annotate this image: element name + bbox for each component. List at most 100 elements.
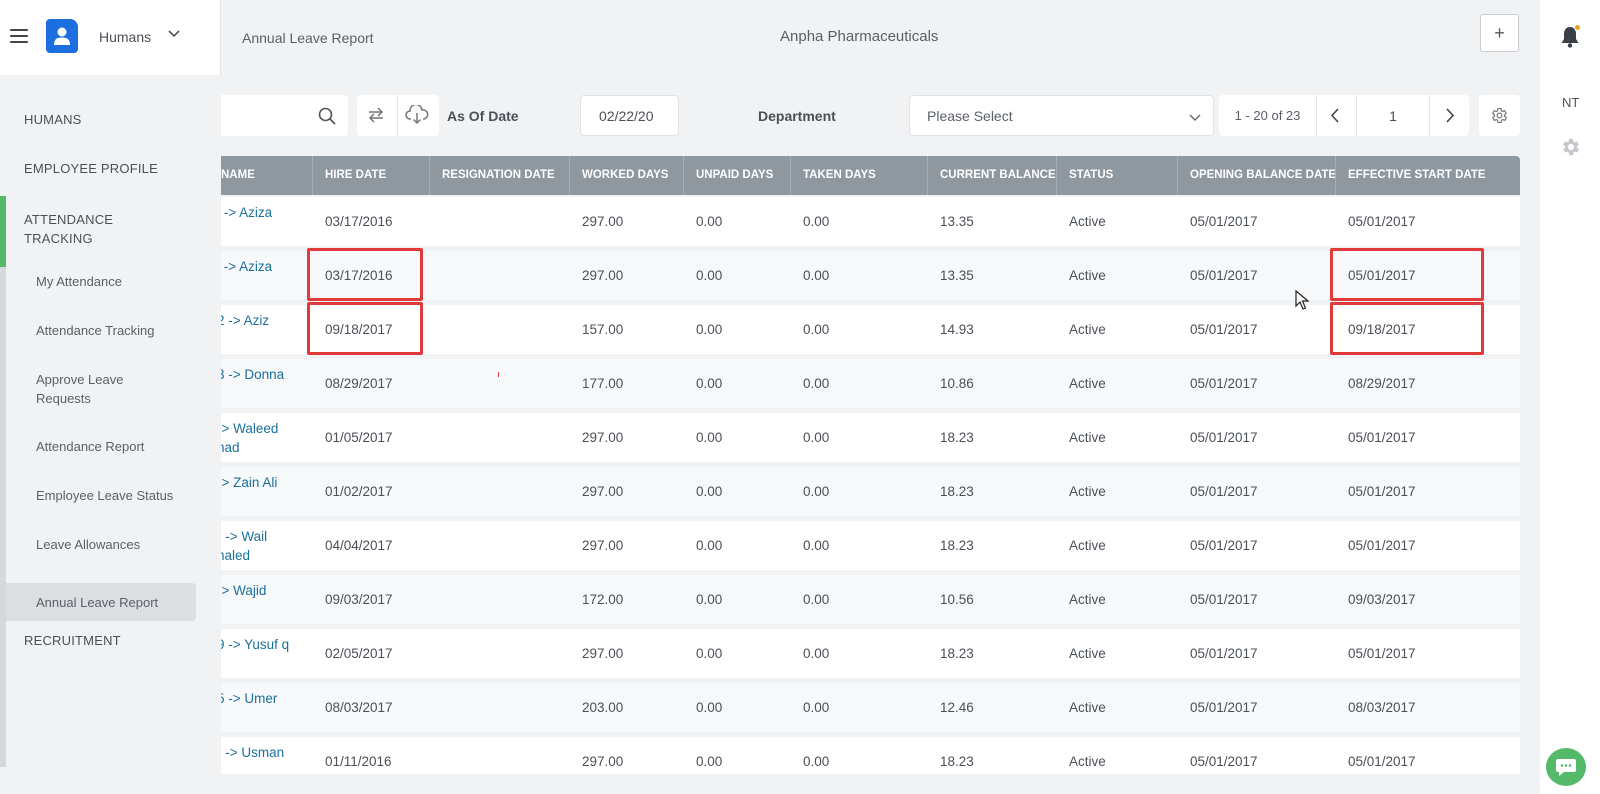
cell-resignation-date	[430, 413, 570, 462]
table-row[interactable]: 5 -> Umer 08/03/2017 203.00 0.00 0.00 12.46 Ac…	[221, 683, 1520, 732]
table-row[interactable]: l -> Aziza 03/17/2016 297.00 0.00 0.00 13.35 A…	[221, 197, 1520, 246]
cell-name[interactable]: l -> Aziza	[221, 251, 301, 300]
cell-status: Active	[1069, 214, 1106, 229]
search-input[interactable]	[221, 95, 311, 136]
red-mark	[498, 372, 499, 377]
cell-hire-date: 02/05/2017	[325, 646, 393, 661]
cell-name[interactable]: 9 -> Yusuf q	[221, 629, 301, 678]
sidebar-section-recruitment[interactable]: RECRUITMENT	[24, 633, 121, 648]
column-header-opening-balance-date[interactable]: OPENING BALANCE DATE	[1178, 156, 1336, 195]
table-row[interactable]: l -> Aziza 03/17/2016 297.00 0.00 0.00 13.35 A…	[221, 251, 1520, 300]
cell-resignation-date	[430, 251, 570, 300]
cell-status: Active	[1069, 484, 1106, 499]
sidebar-item-approve-leave-requests[interactable]: Approve Leave Requests	[36, 370, 146, 408]
as-of-date-label: As Of Date	[447, 108, 519, 124]
sidebar-item-attendance-report[interactable]: Attendance Report	[36, 437, 144, 456]
chevron-down-icon[interactable]	[168, 27, 180, 41]
cell-worked-days: 157.00	[582, 322, 624, 337]
next-page-button[interactable]	[1429, 95, 1469, 136]
cell-status: Active	[1069, 538, 1106, 553]
column-header-worked-days[interactable]: WORKED DAYS	[570, 156, 684, 195]
menu-icon[interactable]	[10, 29, 28, 43]
chevron-left-icon	[1330, 108, 1339, 123]
cell-effective-start-date: 05/01/2017	[1348, 754, 1416, 769]
column-header-name[interactable]: NAME	[221, 156, 313, 195]
gear-icon[interactable]	[1560, 136, 1582, 163]
sidebar-item-employee-leave-status[interactable]: Employee Leave Status	[36, 486, 173, 505]
cell-status: Active	[1069, 646, 1106, 661]
cell-opening-balance-date: 05/01/2017	[1190, 214, 1258, 229]
cell-opening-balance-date: 05/01/2017	[1190, 268, 1258, 283]
cell-hire-date: 08/29/2017	[325, 376, 393, 391]
sidebar-section-humans[interactable]: HUMANS	[24, 112, 82, 127]
cell-effective-start-date: 05/01/2017	[1348, 268, 1416, 283]
cell-effective-start-date: 05/01/2017	[1348, 646, 1416, 661]
column-header-effective-start-date[interactable]: EFFECTIVE START DATE	[1336, 156, 1520, 195]
table-row[interactable]: 3 -> Donna 08/29/2017 177.00 0.00 0.00 10.86 A…	[221, 359, 1520, 408]
cell-name[interactable]: -> Waleed had	[221, 413, 301, 462]
sidebar-item-attendance-tracking[interactable]: Attendance Tracking	[36, 321, 155, 340]
department-select[interactable]: Please Select	[909, 95, 1214, 136]
column-header-current-balance[interactable]: CURRENT BALANCE	[928, 156, 1057, 195]
app-logo[interactable]	[46, 19, 78, 53]
cell-name[interactable]: 3 -> Donna	[221, 359, 301, 408]
cell-current-balance: 18.23	[940, 754, 974, 769]
cell-name[interactable]: 2 -> Aziz	[221, 305, 301, 354]
column-header-taken-days[interactable]: TAKEN DAYS	[791, 156, 928, 195]
table-row[interactable]: 2 -> Aziz 09/18/2017 157.00 0.00 0.00 14.93 Ac…	[221, 305, 1520, 354]
table-row[interactable]: -> Zain Ali 01/02/2017 297.00 0.00 0.00 18.23…	[221, 467, 1520, 516]
cell-current-balance: 13.35	[940, 268, 974, 283]
cell-unpaid-days: 0.00	[696, 376, 723, 391]
column-header-unpaid-days[interactable]: UNPAID DAYS	[684, 156, 791, 195]
sidebar-section-employee-profile[interactable]: EMPLOYEE PROFILE	[24, 161, 158, 176]
as-of-date-input[interactable]	[580, 95, 679, 136]
cell-taken-days: 0.00	[803, 646, 830, 661]
cell-status: Active	[1069, 754, 1106, 769]
module-switcher-label[interactable]: Humans	[99, 29, 151, 45]
sidebar: HUMANS EMPLOYEE PROFILE ATTENDANCE TRACK…	[0, 75, 221, 794]
sidebar-item-my-attendance[interactable]: My Attendance	[36, 272, 122, 291]
page-number-input[interactable]	[1357, 95, 1429, 136]
submenu-track	[0, 267, 6, 767]
swap-icon[interactable]	[366, 106, 386, 129]
cloud-download-icon[interactable]	[405, 103, 429, 130]
cell-current-balance: 13.35	[940, 214, 974, 229]
cell-worked-days: 297.00	[582, 268, 624, 283]
sidebar-item-leave-allowances[interactable]: Leave Allowances	[36, 535, 140, 554]
table-row[interactable]: -> Waleed had 01/05/2017 297.00 0.00 0.00 18.…	[221, 413, 1520, 462]
chevron-right-icon	[1446, 108, 1455, 123]
cell-effective-start-date: 09/18/2017	[1348, 322, 1416, 337]
cell-unpaid-days: 0.00	[696, 430, 723, 445]
column-header-status[interactable]: STATUS	[1057, 156, 1178, 195]
table-header: NAME HIRE DATE RESIGNATION DATE WORKED DAYS…	[221, 156, 1520, 195]
table-row[interactable]: ) -> Wail haled 04/04/2017 297.00 0.00 0.00 1…	[221, 521, 1520, 570]
table-settings-button[interactable]	[1479, 95, 1520, 136]
cell-taken-days: 0.00	[803, 484, 830, 499]
department-select-value: Please Select	[927, 108, 1013, 124]
table-row[interactable]: -> Wajid 09/03/2017 172.00 0.00 0.00 10.56 Act…	[221, 575, 1520, 624]
cell-name[interactable]: ) -> Usman	[221, 737, 301, 774]
sidebar-section-attendance-tracking[interactable]: ATTENDANCE TRACKING	[24, 210, 134, 248]
brand-area: Humans	[0, 0, 221, 75]
column-header-hire-date[interactable]: HIRE DATE	[313, 156, 430, 195]
cell-name[interactable]: l -> Aziza	[221, 197, 301, 246]
table-row[interactable]: ) -> Usman 01/11/2016 297.00 0.00 0.00 18.23 A…	[221, 737, 1520, 774]
column-header-resignation-date[interactable]: RESIGNATION DATE	[430, 156, 570, 195]
add-button[interactable]: +	[1480, 14, 1519, 52]
user-avatar[interactable]: NT	[1562, 95, 1579, 110]
search-icon[interactable]	[318, 107, 336, 130]
cell-name[interactable]: ) -> Wail haled	[221, 521, 301, 570]
chat-button[interactable]	[1546, 748, 1586, 786]
cell-name[interactable]: -> Zain Ali	[221, 467, 301, 516]
cell-unpaid-days: 0.00	[696, 214, 723, 229]
cell-current-balance: 14.93	[940, 322, 974, 337]
cell-current-balance: 18.23	[940, 538, 974, 553]
table-row[interactable]: 9 -> Yusuf q 02/05/2017 297.00 0.00 0.00 18.2…	[221, 629, 1520, 678]
cell-name[interactable]: -> Wajid	[221, 575, 301, 624]
sidebar-item-annual-leave-report[interactable]: Annual Leave Report	[36, 593, 158, 612]
prev-page-button[interactable]	[1316, 95, 1356, 136]
cell-current-balance: 10.86	[940, 376, 974, 391]
cell-hire-date: 03/17/2016	[325, 268, 393, 283]
divider	[397, 95, 398, 136]
cell-name[interactable]: 5 -> Umer	[221, 683, 301, 732]
